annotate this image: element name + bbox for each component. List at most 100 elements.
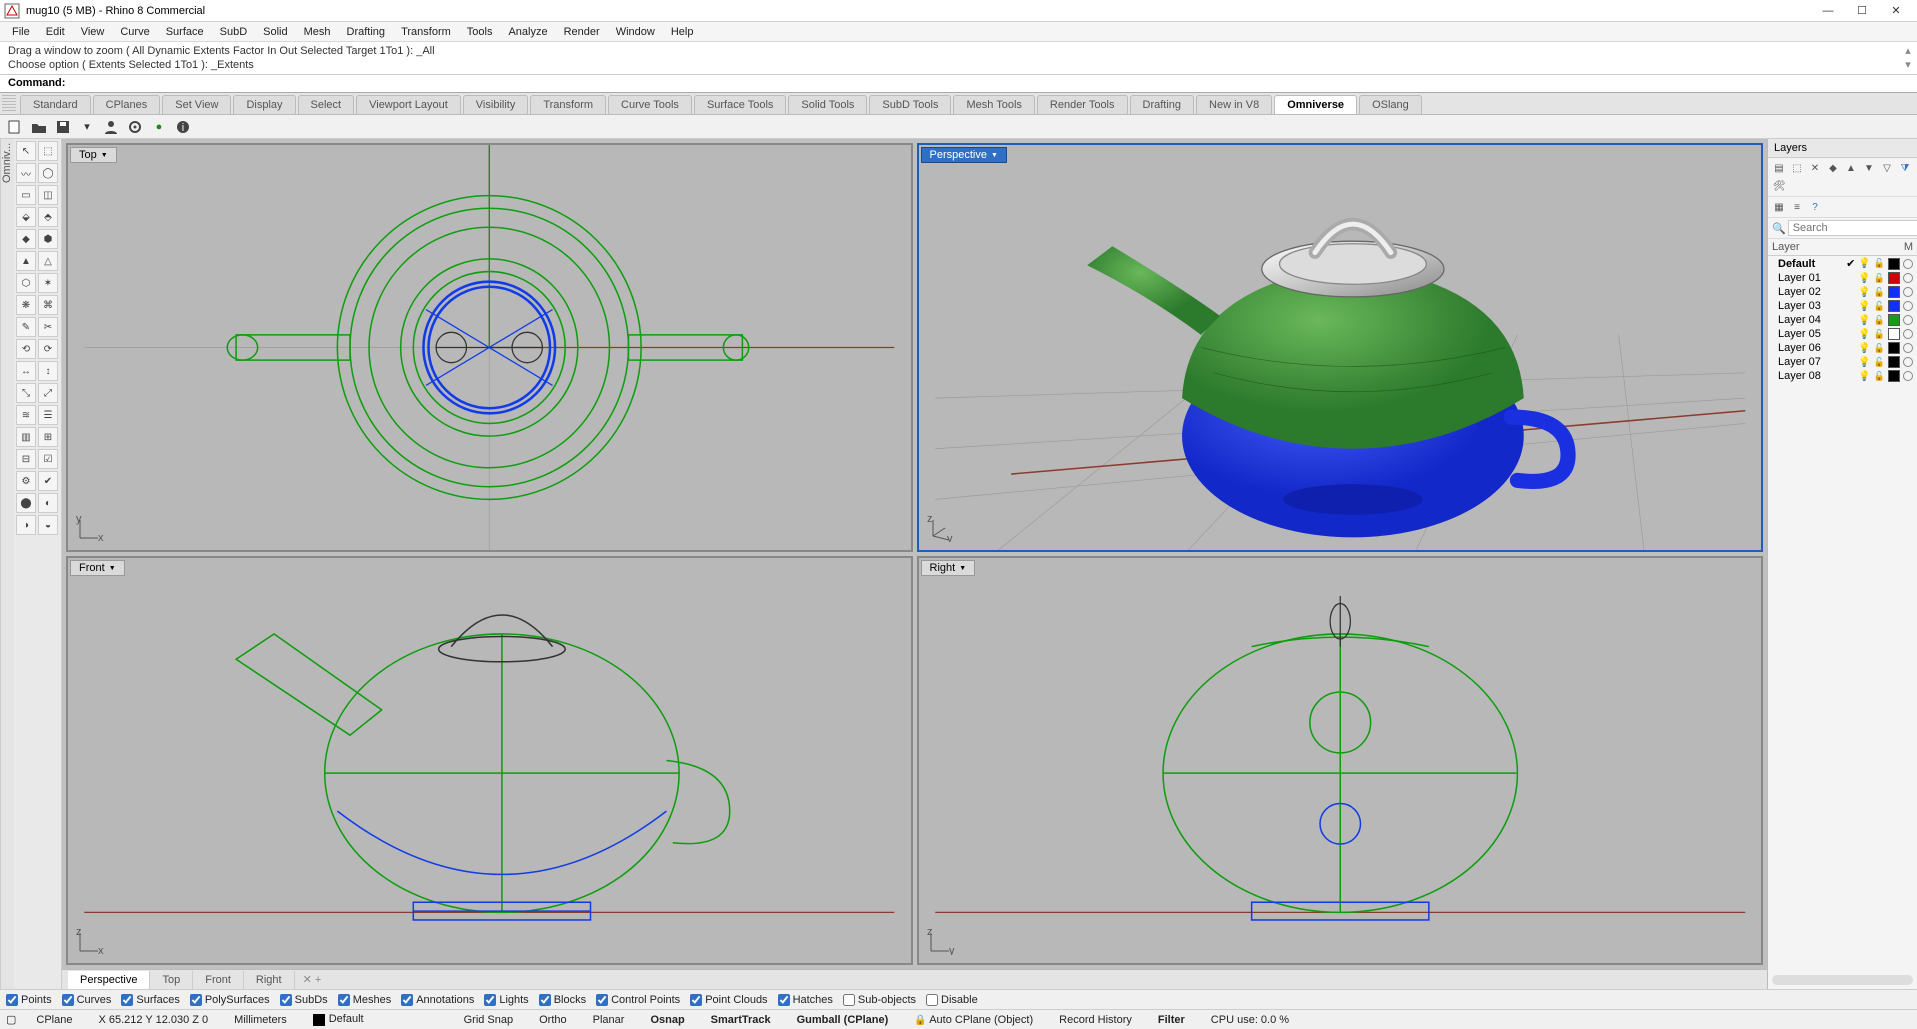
lightbulb-icon[interactable]: 💡 [1858, 371, 1870, 382]
lightbulb-icon[interactable]: 💡 [1858, 287, 1870, 298]
filter-checkbox[interactable] [778, 994, 790, 1006]
filter-point-clouds[interactable]: Point Clouds [690, 994, 767, 1006]
gear-icon[interactable] [126, 118, 144, 136]
chevron-down-icon[interactable]: ▼ [101, 152, 108, 159]
filter-checkbox[interactable] [121, 994, 133, 1006]
tool-icon-15[interactable]: ⌘ [38, 295, 58, 315]
chevron-down-icon[interactable]: ▼ [959, 565, 966, 572]
tool-icon-23[interactable]: ⤢ [38, 383, 58, 403]
layer-color-swatch[interactable] [1888, 314, 1900, 326]
tool-icon-6[interactable]: ⬙ [16, 207, 36, 227]
tool-tab-subd-tools[interactable]: SubD Tools [869, 95, 951, 114]
tool-icon-18[interactable]: ⟲ [16, 339, 36, 359]
viewport-top[interactable]: Top▼ [66, 143, 913, 552]
tool-tab-transform[interactable]: Transform [530, 95, 606, 114]
material-ring-icon[interactable] [1903, 301, 1913, 311]
filter-checkbox[interactable] [62, 994, 74, 1006]
sync-icon[interactable]: ● [150, 118, 168, 136]
tool-icon-10[interactable]: ▲ [16, 251, 36, 271]
layer-row[interactable]: Layer 01💡🔓 [1768, 271, 1917, 285]
tool-icon-33[interactable]: ◐ [38, 493, 58, 513]
tool-icon-11[interactable]: △ [38, 251, 58, 271]
tool-icon-13[interactable]: ✶ [38, 273, 58, 293]
status-filter[interactable]: Filter [1152, 1014, 1191, 1026]
tool-tab-viewport-layout[interactable]: Viewport Layout [356, 95, 461, 114]
filter-curves[interactable]: Curves [62, 994, 112, 1006]
funnel-icon[interactable]: ⧩ [1898, 161, 1912, 175]
filter-points[interactable]: Points [6, 994, 52, 1006]
menu-file[interactable]: File [4, 24, 38, 40]
view-tab-right[interactable]: Right [244, 971, 295, 989]
tool-icon-0[interactable]: ↖ [16, 141, 36, 161]
status-osnap[interactable]: Osnap [644, 1014, 690, 1026]
tool-icon-17[interactable]: ✂ [38, 317, 58, 337]
delete-layer-icon[interactable]: ✕ [1808, 161, 1822, 175]
filter-blocks[interactable]: Blocks [539, 994, 586, 1006]
filter-lights[interactable]: Lights [484, 994, 528, 1006]
layer-row[interactable]: Layer 02💡🔓 [1768, 285, 1917, 299]
tool-tab-cplanes[interactable]: CPlanes [93, 95, 161, 114]
menu-help[interactable]: Help [663, 24, 702, 40]
lightbulb-icon[interactable]: 💡 [1858, 301, 1870, 312]
viewport-perspective[interactable]: Perspective▼ [917, 143, 1764, 552]
close-button[interactable]: ✕ [1879, 0, 1913, 22]
material-ring-icon[interactable] [1903, 315, 1913, 325]
menu-subd[interactable]: SubD [212, 24, 256, 40]
save-icon[interactable] [54, 118, 72, 136]
col-layer[interactable]: Layer [1772, 241, 1904, 253]
tool-icon-32[interactable]: ⬤ [16, 493, 36, 513]
layer-props-icon[interactable]: ◆ [1826, 161, 1840, 175]
lock-icon[interactable]: 🔓 [1874, 315, 1885, 326]
layer-row[interactable]: Layer 07💡🔓 [1768, 355, 1917, 369]
menu-analyze[interactable]: Analyze [500, 24, 555, 40]
tool-icon-4[interactable]: ▭ [16, 185, 36, 205]
tool-icon-14[interactable]: ❋ [16, 295, 36, 315]
status-cplane[interactable]: CPlane [30, 1014, 78, 1026]
menu-curve[interactable]: Curve [112, 24, 157, 40]
material-ring-icon[interactable] [1903, 357, 1913, 367]
status-ortho[interactable]: Ortho [533, 1014, 573, 1026]
material-ring-icon[interactable] [1903, 343, 1913, 353]
chevron-down-icon[interactable]: ▾ [78, 118, 96, 136]
material-ring-icon[interactable] [1903, 287, 1913, 297]
new-icon[interactable] [6, 118, 24, 136]
menu-drafting[interactable]: Drafting [339, 24, 394, 40]
tool-tab-surface-tools[interactable]: Surface Tools [694, 95, 786, 114]
tool-icon-5[interactable]: ◫ [38, 185, 58, 205]
layer-row[interactable]: Layer 05💡🔓 [1768, 327, 1917, 341]
lock-icon[interactable]: 🔓 [1874, 301, 1885, 312]
filter-surfaces[interactable]: Surfaces [121, 994, 179, 1006]
layer-color-swatch[interactable] [1888, 272, 1900, 284]
tool-icon-34[interactable]: ◑ [16, 515, 36, 535]
tool-tab-new-in-v8[interactable]: New in V8 [1196, 95, 1272, 114]
tool-icon-8[interactable]: ◆ [16, 229, 36, 249]
filter-checkbox[interactable] [843, 994, 855, 1006]
menu-transform[interactable]: Transform [393, 24, 459, 40]
filter-checkbox[interactable] [926, 994, 938, 1006]
tool-icon-20[interactable]: ↔ [16, 361, 36, 381]
list-view-icon[interactable]: ≡ [1790, 200, 1804, 214]
view-tab-perspective[interactable]: Perspective [68, 971, 150, 989]
filter-checkbox[interactable] [539, 994, 551, 1006]
status-planar[interactable]: Planar [587, 1014, 631, 1026]
filter-checkbox[interactable] [280, 994, 292, 1006]
view-tab-add[interactable]: ✕ + [295, 970, 330, 989]
help-icon[interactable]: ? [1808, 200, 1822, 214]
lock-icon[interactable]: 🔓 [1874, 371, 1885, 382]
tool-tab-curve-tools[interactable]: Curve Tools [608, 95, 692, 114]
new-layer-icon[interactable]: ▤ [1772, 161, 1786, 175]
tool-icon-28[interactable]: ⊟ [16, 449, 36, 469]
col-m[interactable]: M [1904, 241, 1913, 253]
filter-control-points[interactable]: Control Points [596, 994, 680, 1006]
filter-checkbox[interactable] [190, 994, 202, 1006]
filter-polysurfaces[interactable]: PolySurfaces [190, 994, 270, 1006]
tool-icon-19[interactable]: ⟳ [38, 339, 58, 359]
view-tab-top[interactable]: Top [150, 971, 193, 989]
lock-icon[interactable]: 🔓 [1874, 343, 1885, 354]
tool-icon-1[interactable]: ⬚ [38, 141, 58, 161]
status-smarttrack[interactable]: SmartTrack [705, 1014, 777, 1026]
tool-tab-display[interactable]: Display [233, 95, 295, 114]
left-dock-label[interactable]: Omniv... [0, 139, 14, 989]
move-up-icon[interactable]: ▲ [1844, 161, 1858, 175]
open-icon[interactable] [30, 118, 48, 136]
